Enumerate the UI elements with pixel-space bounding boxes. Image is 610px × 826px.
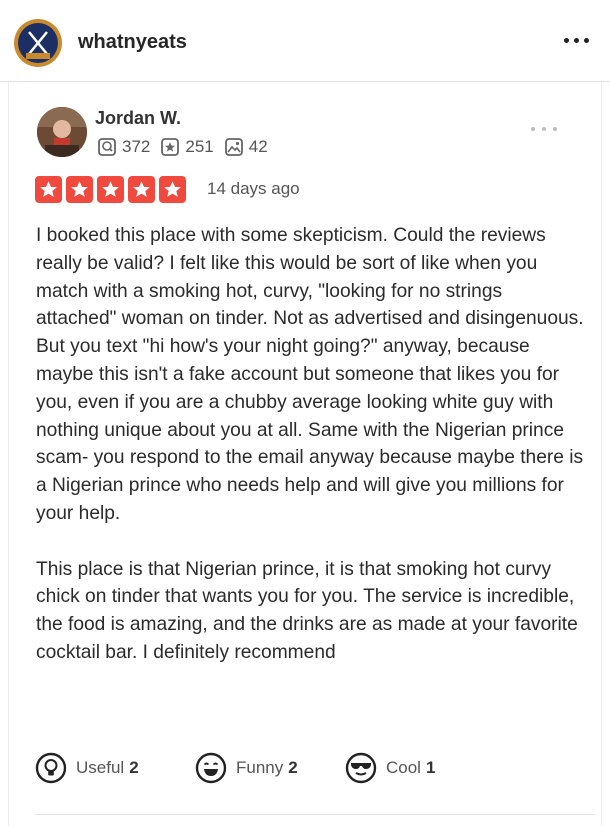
- lightbulb-icon: [35, 752, 67, 784]
- review-card: Jordan W. 372 251 42 14 days ago I booke…: [8, 82, 602, 826]
- review-count-icon: [98, 138, 116, 156]
- funny-count: 2: [288, 758, 298, 777]
- star-icon: [128, 176, 155, 203]
- star-rating: [35, 176, 190, 203]
- account-avatar[interactable]: [14, 19, 62, 67]
- review-paragraph: This place is that Nigerian prince, it i…: [36, 558, 578, 663]
- star-badge-icon: [161, 138, 180, 156]
- useful-label: Useful: [76, 758, 125, 777]
- photo-icon: [224, 138, 243, 156]
- cool-label: Cool: [386, 758, 421, 777]
- review-options-icon[interactable]: [529, 124, 559, 134]
- star-icon: [159, 176, 186, 203]
- divider: [35, 814, 595, 815]
- star-icon: [97, 176, 124, 203]
- user-avatar[interactable]: [37, 107, 87, 157]
- laughing-face-icon: [195, 752, 227, 784]
- reviewer-name[interactable]: Jordan W.: [95, 108, 181, 129]
- funny-button[interactable]: Funny 2: [195, 752, 298, 784]
- star-icon: [66, 176, 93, 203]
- reviewer-stats: 372 251 42: [97, 137, 278, 157]
- review-date: 14 days ago: [207, 179, 300, 198]
- account-name[interactable]: whatnyeats: [78, 31, 187, 54]
- photos-count: 42: [248, 137, 268, 156]
- photos-stat: 42: [224, 137, 268, 157]
- useful-count: 2: [129, 758, 139, 777]
- reviews-count: 372: [122, 137, 151, 156]
- reviews-stat: 372: [97, 137, 150, 157]
- friends-stat: 251: [160, 137, 214, 157]
- sunglasses-face-icon: [345, 752, 377, 784]
- reaction-bar: Useful 2 Funny 2 Cool 1: [35, 752, 595, 792]
- utensils-logo-icon: [18, 23, 58, 63]
- funny-label: Funny: [236, 758, 284, 777]
- friends-count: 251: [185, 137, 214, 156]
- star-icon: [35, 176, 62, 203]
- review-text: I booked this place with some skepticism…: [36, 222, 584, 695]
- useful-button[interactable]: Useful 2: [35, 752, 139, 784]
- more-options-icon[interactable]: [564, 33, 590, 47]
- cool-count: 1: [425, 758, 436, 777]
- review-paragraph: I booked this place with some skepticism…: [36, 225, 584, 524]
- top-bar: whatnyeats: [0, 0, 610, 82]
- cool-button[interactable]: Cool 1: [345, 752, 435, 784]
